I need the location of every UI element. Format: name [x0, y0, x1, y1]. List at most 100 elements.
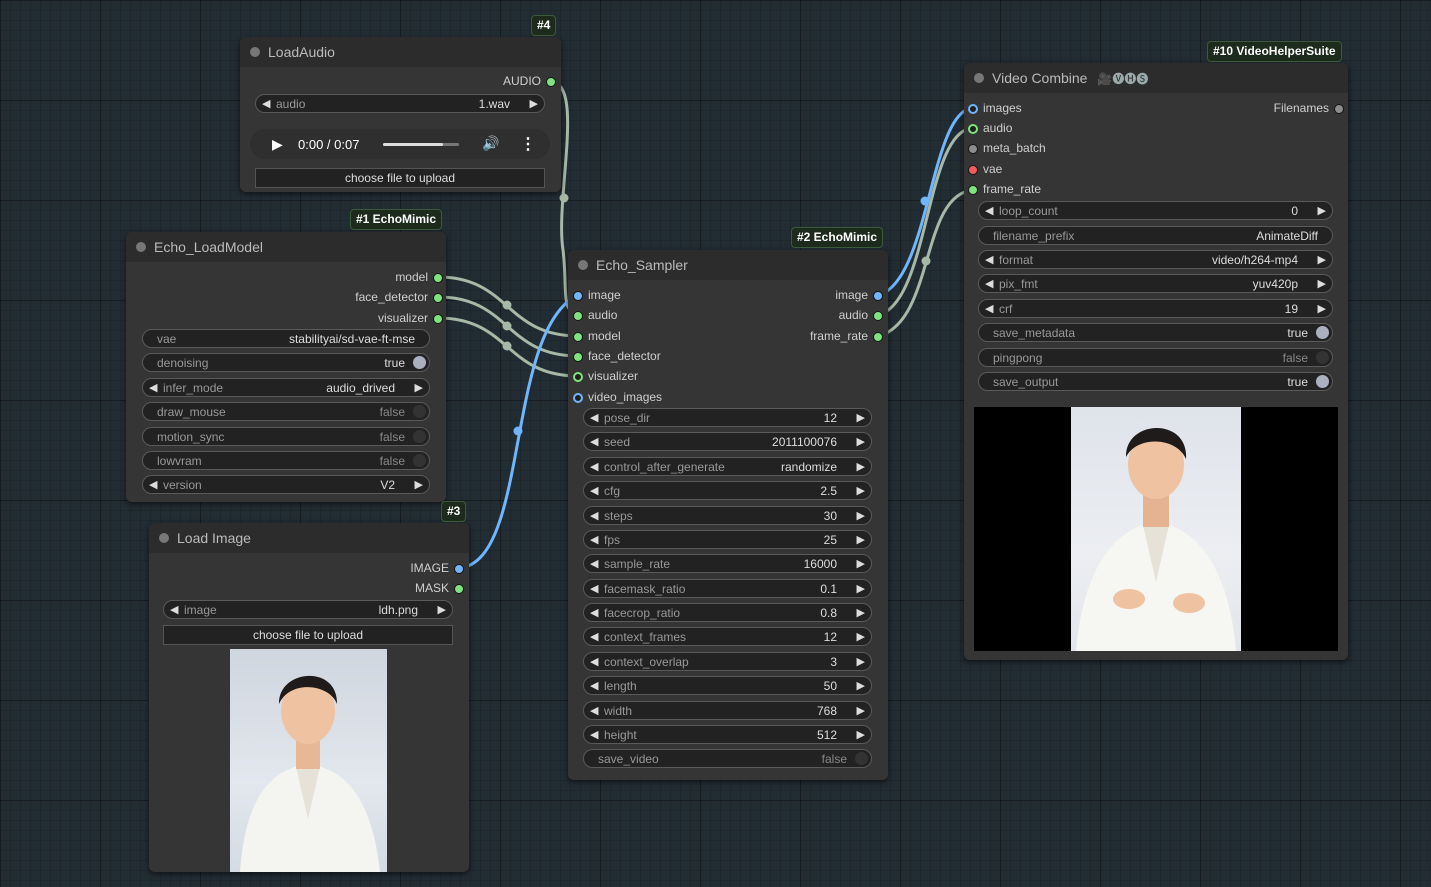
slot-dot-icon[interactable] [573, 311, 583, 321]
slot-dot-icon[interactable] [454, 564, 464, 574]
text-filename-prefix[interactable]: filename_prefix AnimateDiff [978, 226, 1333, 245]
slot-dot-icon[interactable] [968, 185, 978, 195]
arrow-right-icon[interactable]: ▶ [857, 604, 865, 623]
slot-dot-icon[interactable] [573, 372, 583, 382]
arrow-right-icon[interactable]: ▶ [415, 476, 423, 495]
toggle-motion-sync[interactable]: motion_sync false [142, 427, 430, 446]
input-images[interactable]: images [968, 99, 1022, 117]
audio-progress-bar[interactable] [383, 143, 459, 146]
arrow-left-icon[interactable]: ◀ [590, 458, 598, 477]
input-frame-rate[interactable]: frame_rate [968, 180, 1041, 198]
toggle-pingpong[interactable]: pingpong false [978, 348, 1333, 367]
toggle-knob-icon[interactable] [413, 454, 426, 467]
collapse-dot-icon[interactable] [974, 73, 984, 83]
slot-dot-icon[interactable] [573, 332, 583, 342]
arrow-left-icon[interactable]: ◀ [590, 628, 598, 647]
link-midpoint[interactable] [502, 341, 512, 351]
combo-version[interactable]: ◀ version V2 ▶ [142, 475, 430, 494]
node-video-combine[interactable]: Video Combine 🎥🅥🅗🅢 images audio meta_bat… [964, 63, 1348, 660]
toggle-save-video[interactable]: save_video false [583, 749, 872, 768]
slot-dot-icon[interactable] [873, 311, 883, 321]
arrow-right-icon[interactable]: ▶ [415, 379, 423, 398]
more-options-icon[interactable]: ⋮ [520, 134, 536, 154]
input-meta-batch[interactable]: meta_batch [968, 139, 1046, 157]
number-crf[interactable]: ◀ crf 19 ▶ [978, 299, 1333, 318]
slot-dot-icon[interactable] [433, 314, 443, 324]
arrow-right-icon[interactable]: ▶ [1318, 251, 1326, 270]
input-image[interactable]: image [573, 286, 621, 304]
slot-dot-icon[interactable] [968, 144, 978, 154]
toggle-knob-icon[interactable] [1316, 351, 1329, 364]
output-model[interactable]: model [395, 268, 443, 286]
output-frame-rate[interactable]: frame_rate [810, 327, 883, 345]
link-midpoint[interactable] [920, 196, 930, 206]
combo-control-after-generate[interactable]: ◀ control_after_generate randomize ▶ [583, 457, 872, 476]
output-filenames[interactable]: Filenames [1274, 99, 1344, 117]
toggle-save-output[interactable]: save_output true [978, 372, 1333, 391]
number-height[interactable]: ◀ height 512 ▶ [583, 725, 872, 744]
number-context-frames[interactable]: ◀ context_frames 12 ▶ [583, 627, 872, 646]
slot-dot-icon[interactable] [433, 273, 443, 283]
number-loop-count[interactable]: ◀ loop_count 0 ▶ [978, 201, 1333, 220]
toggle-knob-icon[interactable] [413, 356, 426, 369]
input-face-detector[interactable]: face_detector [573, 347, 661, 365]
slot-dot-icon[interactable] [573, 393, 583, 403]
video-preview[interactable] [974, 407, 1338, 651]
combo-image[interactable]: ◀ image ldh.png ▶ [163, 600, 453, 619]
slot-dot-icon[interactable] [433, 293, 443, 303]
arrow-right-icon[interactable]: ▶ [857, 482, 865, 501]
number-length[interactable]: ◀ length 50 ▶ [583, 676, 872, 695]
input-audio[interactable]: audio [573, 306, 617, 324]
arrow-left-icon[interactable]: ◀ [985, 251, 993, 270]
arrow-right-icon[interactable]: ▶ [857, 702, 865, 721]
arrow-right-icon[interactable]: ▶ [1318, 202, 1326, 221]
audio-player[interactable]: ▶ 0:00 / 0:07 🔊 ⋮ [250, 129, 550, 159]
node-echo-sampler[interactable]: Echo_Sampler image audio model face_dete… [568, 250, 888, 780]
arrow-left-icon[interactable]: ◀ [590, 409, 598, 428]
arrow-left-icon[interactable]: ◀ [590, 726, 598, 745]
input-video-images[interactable]: video_images [573, 388, 662, 406]
arrow-left-icon[interactable]: ◀ [985, 300, 993, 319]
node-title[interactable]: Load Image [149, 523, 469, 553]
number-fps[interactable]: ◀ fps 25 ▶ [583, 530, 872, 549]
arrow-left-icon[interactable]: ◀ [590, 580, 598, 599]
upload-button[interactable]: choose file to upload [255, 168, 545, 188]
number-cfg[interactable]: ◀ cfg 2.5 ▶ [583, 481, 872, 500]
link-midpoint[interactable] [502, 300, 512, 310]
toggle-knob-icon[interactable] [1316, 375, 1329, 388]
arrow-left-icon[interactable]: ◀ [590, 531, 598, 550]
toggle-lowvram[interactable]: lowvram false [142, 451, 430, 470]
play-icon[interactable]: ▶ [272, 136, 283, 153]
input-vae[interactable]: vae [968, 160, 1002, 178]
arrow-left-icon[interactable]: ◀ [985, 202, 993, 221]
toggle-denoising[interactable]: denoising true [142, 353, 430, 372]
number-seed[interactable]: ◀ seed 2011100076 ▶ [583, 432, 872, 451]
arrow-right-icon[interactable]: ▶ [857, 580, 865, 599]
slot-dot-icon[interactable] [546, 77, 556, 87]
arrow-right-icon[interactable]: ▶ [857, 409, 865, 428]
toggle-knob-icon[interactable] [413, 405, 426, 418]
combo-format[interactable]: ◀ format video/h264-mp4 ▶ [978, 250, 1333, 269]
toggle-draw-mouse[interactable]: draw_mouse false [142, 402, 430, 421]
toggle-knob-icon[interactable] [1316, 326, 1329, 339]
arrow-left-icon[interactable]: ◀ [590, 507, 598, 526]
node-title[interactable]: Echo_Sampler [568, 250, 888, 280]
arrow-right-icon[interactable]: ▶ [857, 677, 865, 696]
slot-dot-icon[interactable] [968, 124, 978, 134]
node-title[interactable]: LoadAudio [240, 37, 561, 67]
node-title[interactable]: Video Combine 🎥🅥🅗🅢 [964, 63, 1348, 93]
number-steps[interactable]: ◀ steps 30 ▶ [583, 506, 872, 525]
arrow-left-icon[interactable]: ◀ [590, 677, 598, 696]
slot-dot-icon[interactable] [968, 104, 978, 114]
slot-dot-icon[interactable] [573, 291, 583, 301]
collapse-dot-icon[interactable] [578, 260, 588, 270]
number-facemask-ratio[interactable]: ◀ facemask_ratio 0.1 ▶ [583, 579, 872, 598]
arrow-right-icon[interactable]: ▶ [1318, 300, 1326, 319]
output-face-detector[interactable]: face_detector [355, 288, 443, 306]
link-midpoint[interactable] [559, 193, 569, 203]
node-load-image[interactable]: Load Image IMAGE MASK ◀ image ldh.png ▶ … [149, 523, 469, 872]
arrow-left-icon[interactable]: ◀ [590, 604, 598, 623]
number-width[interactable]: ◀ width 768 ▶ [583, 701, 872, 720]
number-context-overlap[interactable]: ◀ context_overlap 3 ▶ [583, 652, 872, 671]
slot-dot-icon[interactable] [454, 584, 464, 594]
